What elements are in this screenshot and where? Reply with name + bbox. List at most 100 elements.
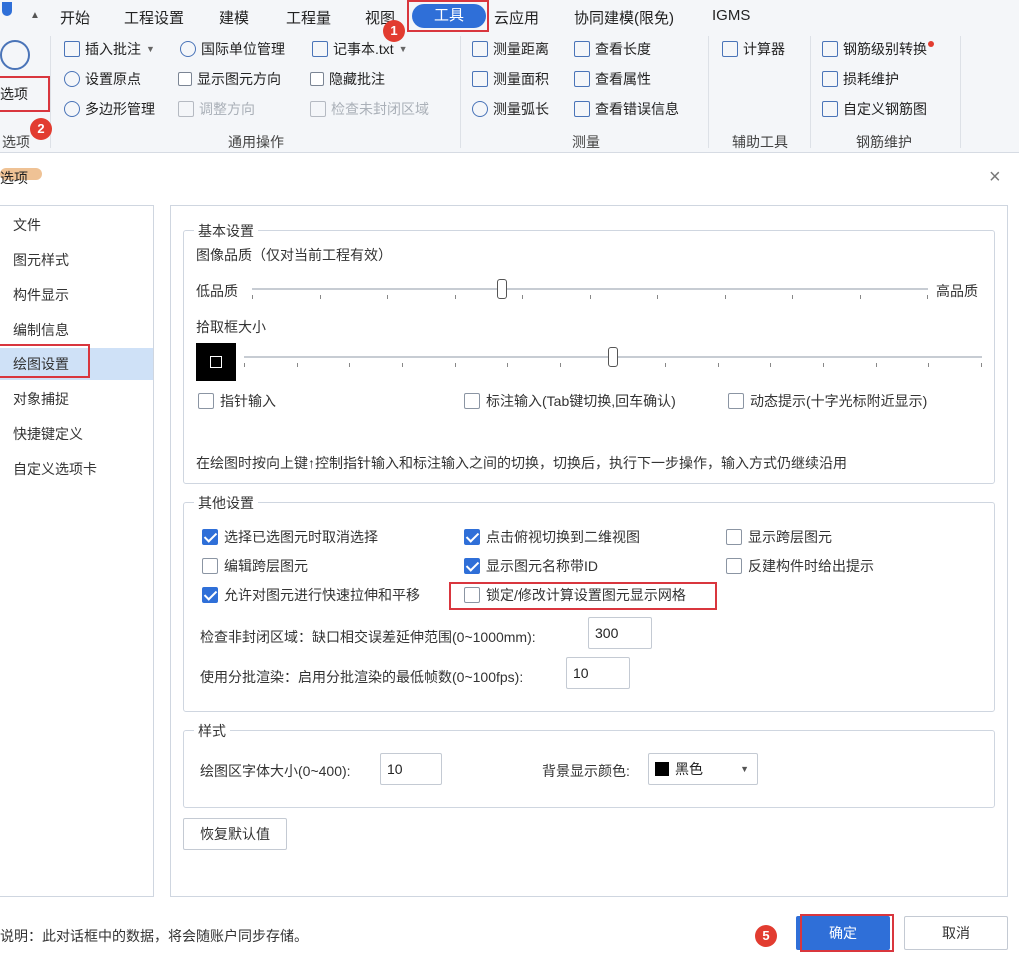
calculator-button[interactable]: 计算器: [722, 39, 785, 59]
set-origin-button[interactable]: 设置原点: [64, 69, 141, 89]
intl-units-button[interactable]: 国际单位管理: [180, 39, 285, 59]
polygon-icon: [64, 101, 80, 117]
nav-item-file[interactable]: 文件: [0, 209, 153, 241]
dynamic-tip-checkbox[interactable]: 动态提示(十字光标附近显示): [728, 391, 927, 411]
slider-tick: [455, 295, 456, 299]
basic-settings-group: 基本设置 图像品质（仅对当前工程有效） 低品质 高品质 拾取框大小 指针输入 标…: [183, 221, 995, 484]
gear-icon[interactable]: [0, 40, 30, 70]
menu-bar: ▲ 开始 工程设置 建模 工程量 视图 工具 云应用 协同建模(限免) IGMS: [0, 0, 1019, 34]
menu-project-settings[interactable]: 工程设置: [124, 7, 184, 28]
cancel-button[interactable]: 取消: [904, 916, 1008, 950]
hide-note-checkbox[interactable]: [310, 72, 324, 86]
pointer-input-checkbox[interactable]: 指针输入: [198, 391, 276, 411]
nav-item-custom-tabs[interactable]: 自定义选项卡: [0, 453, 153, 485]
show-direction-checkbox[interactable]: [178, 72, 192, 86]
rebar-grade-button[interactable]: 钢筋级别转换: [822, 39, 934, 59]
bg-color-value: 黑色: [675, 761, 703, 777]
slider-tick: [665, 363, 666, 367]
pick-size-label: 拾取框大小: [196, 319, 266, 335]
note-icon: [64, 41, 80, 57]
loss-maintenance-button[interactable]: 损耗维护: [822, 69, 899, 89]
slider-tick: [860, 295, 861, 299]
image-quality-slider[interactable]: [252, 279, 928, 305]
close-icon[interactable]: ×: [989, 166, 1001, 189]
origin-icon: [64, 71, 80, 87]
notepad-icon: [312, 41, 328, 57]
slider-tick: [522, 295, 523, 299]
divider: [708, 36, 709, 148]
measure-group-label: 测量: [572, 134, 600, 150]
adjust-icon: [178, 101, 194, 117]
slider-tick: [981, 363, 982, 367]
show-name-id-checkbox[interactable]: 显示图元名称带ID: [464, 556, 598, 576]
image-quality-label: 图像品质（仅对当前工程有效）: [196, 247, 392, 263]
quick-stretch-checkbox[interactable]: 允许对图元进行快速拉伸和平移: [202, 585, 420, 605]
slider-tick: [823, 363, 824, 367]
menu-quantity[interactable]: 工程量: [286, 7, 331, 28]
ruler-icon: [472, 41, 488, 57]
pick-thumb[interactable]: [608, 347, 618, 367]
color-swatch-icon: [655, 762, 669, 776]
bg-color-select[interactable]: 黑色 ▼: [648, 753, 758, 785]
deselect-on-reselect-checkbox[interactable]: 选择已选图元时取消选择: [202, 527, 378, 547]
dimension-input-checkbox[interactable]: 标注输入(Tab键切换,回车确认): [464, 391, 676, 411]
rebar-grade-icon: [822, 41, 838, 57]
font-size-input[interactable]: 10: [380, 753, 442, 785]
bg-color-label: 背景显示颜色:: [542, 763, 630, 779]
edit-cross-layer-checkbox[interactable]: 编辑跨层图元: [202, 556, 308, 576]
measure-distance-button[interactable]: 测量距离: [472, 39, 549, 59]
menu-igms[interactable]: IGMS: [712, 7, 750, 24]
show-direction-toggle[interactable]: 显示图元方向: [178, 69, 281, 89]
nav-item-shortcuts[interactable]: 快捷键定义: [0, 418, 153, 450]
show-cross-layer-checkbox[interactable]: 显示跨层图元: [726, 527, 832, 547]
menu-start[interactable]: 开始: [60, 7, 90, 28]
reverse-build-tip-checkbox[interactable]: 反建构件时给出提示: [726, 556, 874, 576]
pick-size-slider[interactable]: [244, 347, 982, 373]
step-badge-5: 5: [755, 925, 777, 947]
quality-thumb[interactable]: [497, 279, 507, 299]
view-property-button[interactable]: 查看属性: [574, 69, 651, 89]
quality-track: [252, 288, 928, 290]
menu-cloud[interactable]: 云应用: [494, 7, 539, 28]
slider-tick: [725, 295, 726, 299]
dialog-title: 选项: [0, 170, 28, 186]
high-quality-label: 高品质: [936, 283, 978, 299]
menu-collab[interactable]: 协同建模(限免): [574, 7, 674, 28]
slider-tick: [590, 295, 591, 299]
notepad-button[interactable]: 记事本.txt ▼: [312, 39, 408, 59]
slider-tick: [320, 295, 321, 299]
highlight-ok: [800, 914, 894, 952]
nav-item-snap[interactable]: 对象捕捉: [0, 383, 153, 415]
step-badge-1: 1: [383, 20, 405, 42]
low-quality-label: 低品质: [196, 283, 238, 299]
property-icon: [574, 71, 590, 87]
insert-note-button[interactable]: 插入批注 ▼: [64, 39, 155, 59]
step-badge-2: 2: [30, 118, 52, 140]
app-drop-icon[interactable]: [2, 2, 12, 16]
view-errors-button[interactable]: 查看错误信息: [574, 99, 679, 119]
custom-rebar-button[interactable]: 自定义钢筋图: [822, 99, 927, 119]
new-dot-icon: [928, 41, 934, 47]
options-group-label: 选项: [2, 134, 30, 150]
arc-icon: [472, 101, 488, 117]
topview-2d-checkbox[interactable]: 点击俯视切换到二维视图: [464, 527, 640, 547]
slider-tick: [349, 363, 350, 367]
input-switch-note: 在绘图时按向上键↑控制指针输入和标注输入之间的切换，切换后，执行下一步操作，输入…: [196, 455, 847, 471]
adjust-direction-button: 调整方向: [178, 99, 255, 119]
view-length-button[interactable]: 查看长度: [574, 39, 651, 59]
slider-tick: [927, 295, 928, 299]
polygon-button[interactable]: 多边形管理: [64, 99, 155, 119]
nav-item-element-style[interactable]: 图元样式: [0, 244, 153, 276]
nav-item-component-display[interactable]: 构件显示: [0, 279, 153, 311]
hide-note-toggle[interactable]: 隐藏批注: [310, 69, 385, 89]
batch-render-input[interactable]: 10: [566, 657, 630, 689]
gap-range-input[interactable]: 300: [588, 617, 652, 649]
nav-item-edit-info[interactable]: 编制信息: [0, 314, 153, 346]
restore-defaults-button[interactable]: 恢复默认值: [183, 818, 287, 850]
measure-arc-button[interactable]: 测量弧长: [472, 99, 549, 119]
quick-access-dropdown-icon[interactable]: ▲: [30, 10, 40, 21]
menu-modeling[interactable]: 建模: [219, 7, 249, 28]
measure-area-button[interactable]: 测量面积: [472, 69, 549, 89]
units-icon: [180, 41, 196, 57]
highlight-lock-grid: [449, 582, 717, 610]
